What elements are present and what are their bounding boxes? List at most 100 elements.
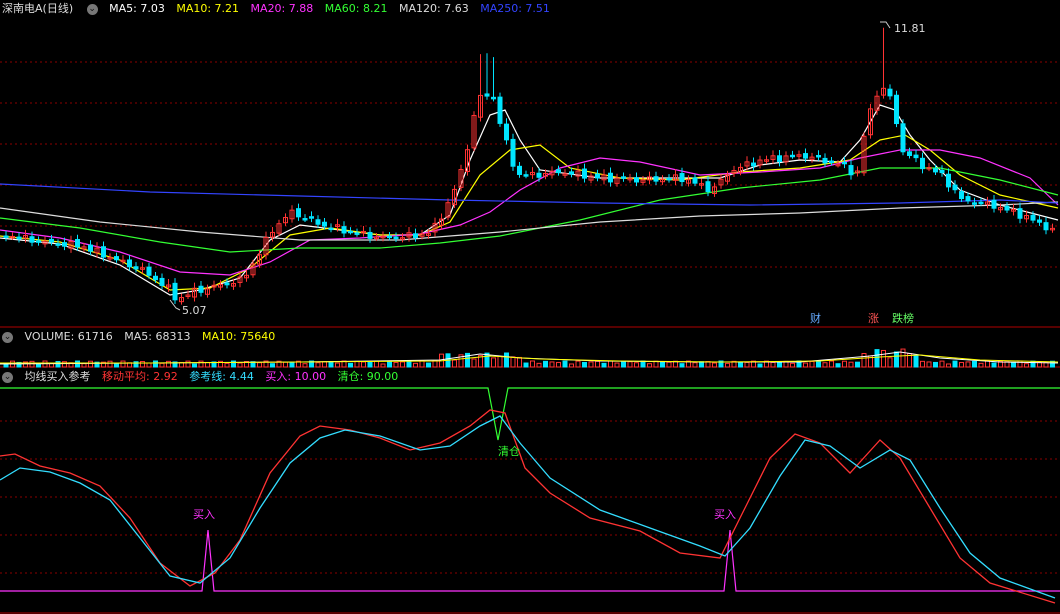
volume-bar <box>790 362 795 368</box>
volume-bar <box>302 363 308 368</box>
chevron-down-icon[interactable]: ⌄ <box>86 3 98 15</box>
candle-body <box>978 201 984 205</box>
candle-body <box>907 151 912 156</box>
volume-bar <box>146 362 152 368</box>
candle-body <box>900 123 906 153</box>
rise-badge[interactable]: 涨 <box>866 312 881 326</box>
volume-bar <box>738 361 743 368</box>
moving-average-label: 移动平均: 2.92 <box>102 370 178 383</box>
volume-bar <box>88 360 93 368</box>
candle-body <box>556 169 561 174</box>
candle-body <box>309 216 314 219</box>
high-marker <box>880 21 891 29</box>
candle-body <box>16 236 22 240</box>
volume-bar <box>744 361 750 368</box>
volume-bar <box>913 355 919 368</box>
volume-bar <box>829 360 834 368</box>
candle-body <box>348 230 353 234</box>
volume-bar <box>114 363 119 368</box>
indicator-title: 均线买入参考 <box>24 370 91 383</box>
candle-body <box>848 165 854 176</box>
indicator-chart: 买入 买入 清仓 <box>0 387 1060 614</box>
volume-bar <box>614 362 620 368</box>
volume-bar <box>107 360 113 368</box>
volume-bar <box>348 362 353 368</box>
volume-ma5-label: MA5: 68313 <box>124 330 191 343</box>
candle-body <box>887 88 893 97</box>
volume-bar <box>549 361 555 368</box>
buy-signal-label: 买入 <box>193 508 215 521</box>
volume-bar <box>328 361 334 368</box>
candle-body <box>322 221 327 227</box>
candle-body <box>582 168 587 179</box>
price-header: 深南电A(日线) ⌄ MA5: 7.03 MA10: 7.21 MA20: 7.… <box>0 0 558 18</box>
volume-bar <box>198 360 204 368</box>
candle-body <box>920 157 925 170</box>
volume-bar <box>270 363 275 368</box>
candle-body <box>114 256 119 261</box>
candle-body <box>315 219 321 225</box>
candle-body <box>523 174 529 177</box>
volume-panel: ⌄ VOLUME: 61716 MA5: 68313 MA10: 75640 <box>0 328 1060 368</box>
volume-bar <box>634 362 639 368</box>
candle-body <box>302 218 308 221</box>
volume-header: ⌄ VOLUME: 61716 MA5: 68313 MA10: 75640 <box>0 328 283 346</box>
volume-bar <box>569 363 574 368</box>
volume-bar <box>289 361 295 368</box>
candle-body <box>1030 214 1036 221</box>
candle-body <box>146 266 152 276</box>
ma10-line <box>0 134 1059 291</box>
sell-level-label: 清仓: 90.00 <box>337 370 399 383</box>
fall-rank-badge[interactable]: 跌榜 <box>890 312 916 326</box>
volume-bar <box>601 362 607 368</box>
volume-bar <box>543 360 548 368</box>
volume-bar <box>556 361 561 368</box>
volume-bar <box>335 362 340 368</box>
ma120-line <box>0 201 1059 241</box>
candle-body <box>328 227 334 231</box>
volume-bar <box>809 361 815 368</box>
volume-bar <box>536 362 542 368</box>
candle-body <box>1043 222 1049 231</box>
volume-bar <box>257 362 262 368</box>
volume-bar <box>224 362 230 368</box>
volume-bar <box>380 363 386 368</box>
reference-curve <box>0 415 1056 599</box>
candle-body <box>946 173 951 188</box>
candle-body <box>49 238 54 243</box>
candle-body <box>666 177 672 181</box>
candle-body <box>354 232 360 235</box>
ma5-label: MA5: 7.03 <box>109 2 165 15</box>
candle-body <box>88 244 93 252</box>
volume-bar <box>120 360 126 368</box>
candle-body <box>608 172 613 183</box>
volume-bar <box>595 360 600 368</box>
volume-bar <box>588 361 594 368</box>
volume-bar <box>283 361 288 368</box>
candle-body <box>387 235 392 239</box>
volume-bar <box>205 361 210 368</box>
finance-badge[interactable]: 财 <box>808 312 823 326</box>
volume-bar <box>419 360 425 368</box>
candle-body <box>1037 219 1042 223</box>
volume-bar <box>725 362 730 368</box>
indicator-panel: 买入 买入 清仓 ⌄ 均线买入参考 移动平均: 2.92 参考线: 4.44 买入:… <box>0 368 1060 614</box>
candle-body <box>595 173 600 179</box>
ma60-label: MA60: 8.21 <box>324 2 388 15</box>
candle-body <box>172 282 178 301</box>
volume-bar <box>666 361 672 368</box>
volume-bar <box>140 361 145 368</box>
volume-bar <box>920 360 925 368</box>
candle-body <box>159 277 165 286</box>
volume-bar <box>939 360 945 368</box>
volume-bar <box>387 360 392 368</box>
candle-body <box>751 162 756 167</box>
chevron-down-icon[interactable]: ⌄ <box>2 371 13 383</box>
volume-bar <box>471 358 477 368</box>
volume-bar <box>153 360 158 368</box>
volume-bar <box>627 361 633 368</box>
volume-bar <box>562 360 568 368</box>
chevron-down-icon[interactable]: ⌄ <box>2 331 13 343</box>
reference-line-label: 参考线: 4.44 <box>189 370 254 383</box>
volume-bar <box>621 361 626 368</box>
